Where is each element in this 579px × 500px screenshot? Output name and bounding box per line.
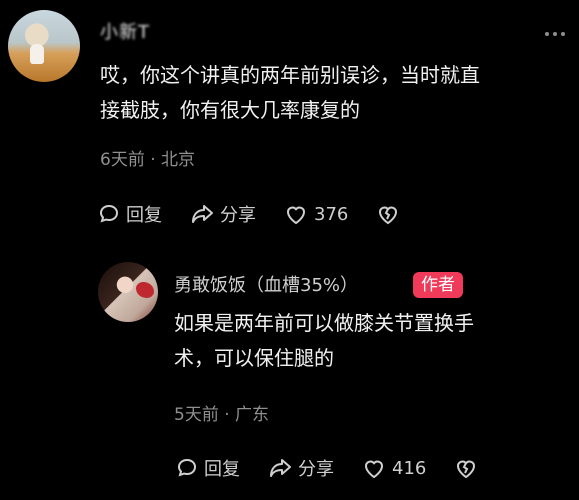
broken-heart-icon xyxy=(457,460,476,479)
author-badge: 作者 xyxy=(413,272,463,298)
commenter-username[interactable]: 小新T xyxy=(100,18,150,44)
reply-meta: 5天前 · 广东 xyxy=(174,405,270,425)
reply-label: 回复 xyxy=(204,459,240,480)
share-label: 分享 xyxy=(220,205,256,226)
reply-icon xyxy=(177,458,197,477)
share-icon xyxy=(192,205,213,223)
comment-text-line: 接截肢，你有很大几率康复的 xyxy=(100,98,360,122)
reply-label: 回复 xyxy=(126,205,162,226)
commenter-avatar[interactable] xyxy=(8,10,80,82)
heart-icon xyxy=(286,206,306,225)
comment-meta: 6天前 · 北京 xyxy=(100,150,196,170)
author-avatar[interactable] xyxy=(98,262,158,322)
share-icon xyxy=(270,459,291,477)
reply-text-line: 术，可以保住腿的 xyxy=(174,346,334,370)
reply-text-line: 如果是两年前可以做膝关节置换手 xyxy=(174,311,474,335)
reply-icon xyxy=(99,204,119,223)
dislike-button[interactable] xyxy=(376,203,400,225)
comment-text-line: 哎，你这个讲真的两年前别误诊，当时就直 xyxy=(100,63,480,87)
more-options-icon[interactable] xyxy=(545,32,565,36)
like-button[interactable]: 376 xyxy=(284,203,348,225)
author-username[interactable]: 勇敢饭饭（血槽35%） xyxy=(174,271,358,297)
like-count: 416 xyxy=(392,457,427,479)
reply-button[interactable]: 回复 xyxy=(98,201,162,227)
reply-button[interactable]: 回复 xyxy=(176,455,240,481)
dislike-button[interactable] xyxy=(454,457,478,479)
comment-actions: 回复 分享 376 xyxy=(98,201,428,227)
reply-actions: 回复 分享 416 xyxy=(176,455,506,481)
heart-icon xyxy=(364,460,384,479)
share-button[interactable]: 分享 xyxy=(268,455,334,481)
like-count: 376 xyxy=(314,203,349,225)
share-button[interactable]: 分享 xyxy=(190,201,256,227)
share-label: 分享 xyxy=(298,459,334,480)
comment-text: 哎，你这个讲真的两年前别误诊，当时就直 接截肢，你有很大几率康复的 xyxy=(100,58,550,128)
broken-heart-icon xyxy=(379,206,398,225)
reply-text: 如果是两年前可以做膝关节置换手 术，可以保住腿的 xyxy=(174,306,554,376)
like-button[interactable]: 416 xyxy=(362,457,426,479)
